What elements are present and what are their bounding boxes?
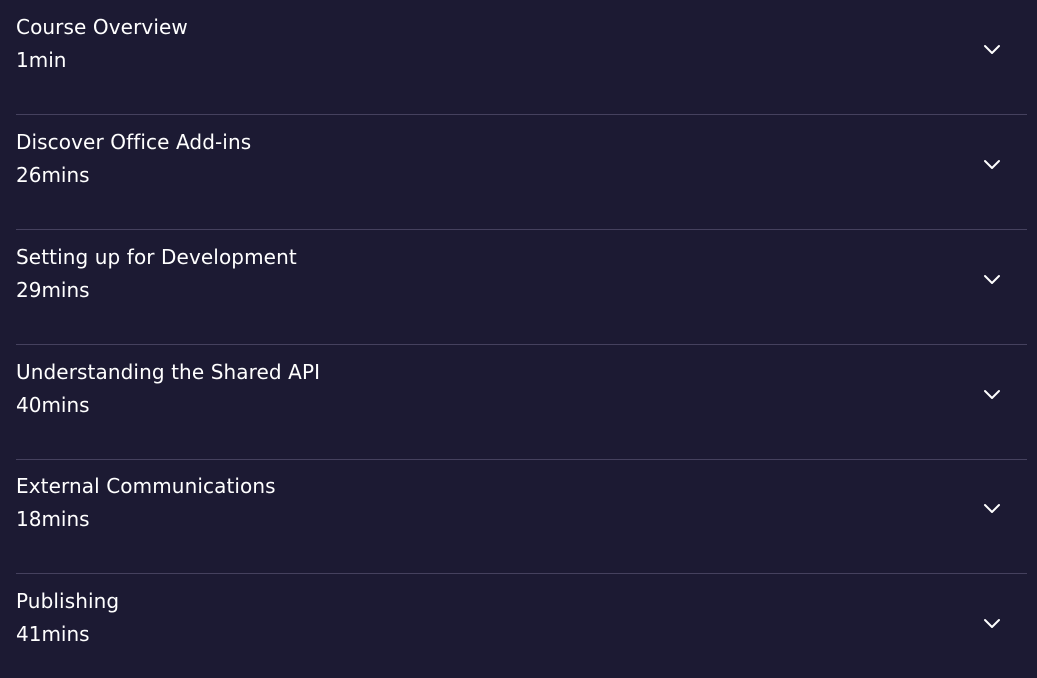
chevron-down-icon[interactable]: [982, 499, 1002, 519]
module-duration: 41mins: [16, 622, 90, 646]
module-duration: 1min: [16, 48, 67, 72]
course-module-list: Course Overview 1min Discover Office Add…: [0, 0, 1037, 678]
module-title: Setting up for Development: [16, 245, 297, 269]
module-item-discover-office-add-ins[interactable]: Discover Office Add-ins 26mins: [16, 115, 1027, 230]
module-title: Course Overview: [16, 15, 188, 39]
chevron-down-icon[interactable]: [982, 614, 1002, 634]
chevron-down-icon[interactable]: [982, 40, 1002, 60]
module-duration: 40mins: [16, 393, 90, 417]
module-item-publishing[interactable]: Publishing 41mins: [16, 574, 1027, 678]
module-item-external-communications[interactable]: External Communications 18mins: [16, 459, 1027, 574]
chevron-down-icon[interactable]: [982, 270, 1002, 290]
module-duration: 26mins: [16, 163, 90, 187]
chevron-down-icon[interactable]: [982, 385, 1002, 405]
module-duration: 29mins: [16, 278, 90, 302]
chevron-down-icon[interactable]: [982, 155, 1002, 175]
module-title: Understanding the Shared API: [16, 360, 321, 384]
module-title: External Communications: [16, 474, 276, 498]
module-item-course-overview[interactable]: Course Overview 1min: [16, 0, 1027, 115]
module-title: Publishing: [16, 589, 120, 613]
module-duration: 18mins: [16, 507, 90, 531]
module-title: Discover Office Add-ins: [16, 130, 252, 154]
module-item-setting-up-for-development[interactable]: Setting up for Development 29mins: [16, 230, 1027, 345]
module-item-understanding-the-shared-api[interactable]: Understanding the Shared API 40mins: [16, 345, 1027, 460]
